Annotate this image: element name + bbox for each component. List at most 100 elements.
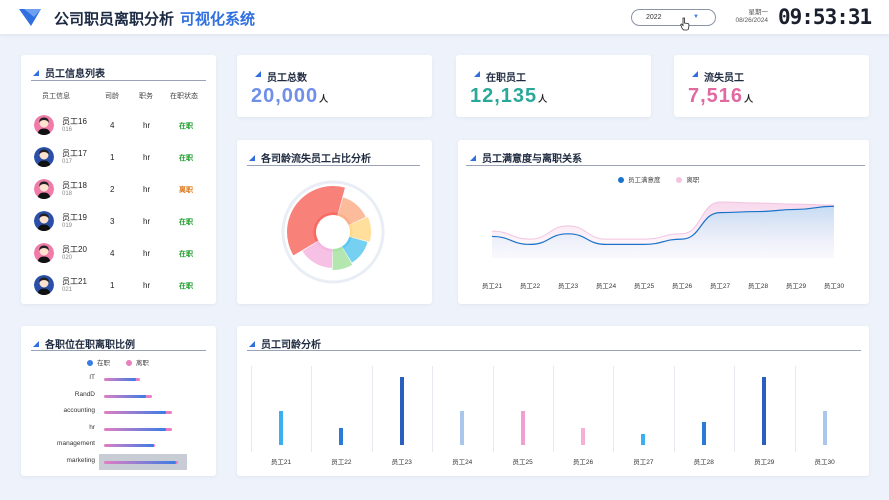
x-tick-label: 员工24 (452, 459, 473, 466)
hand-cursor-icon (680, 17, 690, 31)
x-tick-label: 员工30 (824, 282, 845, 290)
status-badge: 离职 (179, 187, 193, 194)
position-label: RandD (74, 390, 95, 398)
employee-name: 员工16 (62, 117, 87, 126)
x-tick-label: 员工25 (634, 282, 655, 290)
weekday-text: 星期一 (748, 9, 769, 16)
x-tick-label: 员工23 (558, 282, 579, 290)
employee-id: 016 (62, 127, 73, 133)
table-row[interactable]: 员工18 018 2 hr 离职 (34, 178, 209, 202)
position-legend: 在职 离职 (87, 357, 163, 367)
tenure-bar (701, 422, 706, 445)
table-row[interactable]: 员工21 021 1 hr 在职 (34, 274, 209, 298)
year-select[interactable]: 2022 ▼ (631, 9, 716, 26)
tenure-bar (399, 377, 404, 445)
kpi-label-lost: 流失员工 (692, 69, 744, 84)
employee-job: hr (143, 153, 151, 162)
col-header-tenure: 司龄 (105, 93, 119, 100)
avatar-icon (34, 211, 54, 231)
donut-hole (318, 217, 348, 247)
tenure-bar (279, 411, 283, 445)
series-area-satisfaction (492, 206, 834, 258)
satisfaction-area-chart: 员工21 员工22 员工23 员工24 员工25 员工26 员工27 员工28 员工29 员工30 (482, 201, 845, 290)
employee-id: 021 (62, 287, 73, 293)
clock-time: 09:53:31 (778, 5, 872, 29)
col-header-status: 在职状态 (170, 93, 198, 100)
x-tick-label: 员工28 (693, 459, 714, 466)
x-tick-label: 员工29 (786, 282, 807, 290)
x-tick-label: 员工22 (520, 282, 541, 290)
bar-in-service (104, 411, 167, 415)
position-label: management (57, 440, 95, 448)
employee-id: 018 (62, 191, 73, 197)
employee-job: hr (143, 249, 151, 258)
bar-in-service (104, 444, 154, 448)
position-ratio-title: 各职位在职离职比例 (33, 336, 135, 351)
x-tick-label: 员工21 (482, 282, 503, 290)
title-divider (31, 350, 206, 351)
employee-tenure: 3 (110, 217, 115, 226)
avatar-icon (34, 115, 54, 135)
x-tick-label: 员工26 (672, 282, 693, 290)
date-text: 08/26/2024 (735, 17, 768, 24)
satisfaction-panel: 员工满意度与离职关系 员工满意度 离职 员工21 员工22 员工23 员工24 员工25… (458, 140, 869, 304)
employee-id: 019 (62, 223, 73, 229)
employee-job: hr (143, 281, 151, 290)
employee-job: hr (143, 217, 151, 226)
x-tick-label: 员工24 (596, 282, 617, 290)
kpi-unit: 人 (538, 94, 548, 104)
employee-name: 员工21 (62, 277, 87, 286)
x-tick-label: 员工27 (710, 282, 731, 290)
employee-tenure: 1 (110, 153, 115, 162)
position-label: IT (89, 374, 95, 381)
app-title-main: 公司职员离职分析 (54, 11, 175, 28)
employee-id: 017 (62, 159, 73, 165)
kpi-value-total: 20,000人 (251, 85, 328, 108)
app-title: 公司职员离职分析 可视化系统 (54, 8, 255, 29)
legend-dot-left (125, 360, 132, 366)
app-title-accent: 可视化系统 (180, 11, 256, 28)
tenure-bar (581, 428, 585, 445)
kpi-number: 20,000 (251, 85, 319, 107)
table-row[interactable]: 员工16 016 4 hr 在职 (34, 114, 209, 138)
employee-job: hr (143, 121, 151, 130)
employee-tenure: 1 (110, 281, 115, 290)
status-badge: 在职 (179, 123, 193, 130)
employee-name: 员工17 (62, 149, 87, 158)
x-tick-label: 员工26 (572, 459, 594, 466)
kpi-number: 7,516 (688, 85, 744, 107)
legend-label-left: 离职 (135, 360, 149, 367)
table-row[interactable]: 员工20 020 4 hr 在职 (34, 242, 209, 266)
chevron-down-icon[interactable]: ▼ (693, 10, 699, 25)
employee-id: 020 (62, 255, 73, 261)
position-label: hr (89, 423, 95, 431)
employee-name: 员工20 (62, 245, 87, 254)
status-badge: 在职 (179, 251, 193, 258)
employee-list-title: 员工信息列表 (33, 65, 105, 80)
tenure-analysis-title: 员工司龄分析 (249, 336, 321, 351)
kpi-unit: 人 (319, 94, 329, 104)
table-row[interactable]: 员工17 017 1 hr 在职 (34, 146, 209, 170)
tenure-churn-title: 各司龄流失员工占比分析 (249, 150, 371, 165)
tenure-bar (520, 411, 525, 445)
bar-in-service (104, 427, 167, 431)
legend-label-in-service: 在职 (97, 360, 110, 367)
employee-name: 员工19 (62, 213, 87, 222)
date-block: 星期一 08/26/2024 (722, 9, 768, 25)
kpi-card-lost: 流失员工 7,516人 (674, 55, 869, 117)
tenure-bar (822, 411, 827, 445)
position-label: marketing (66, 457, 95, 464)
x-tick-label: 员工29 (754, 459, 775, 466)
title-divider (247, 350, 861, 351)
kpi-label-total: 员工总数 (255, 69, 307, 84)
tenure-bar (460, 411, 465, 445)
table-row[interactable]: 员工19 019 3 hr 在职 (34, 210, 209, 234)
kpi-number: 12,135 (470, 85, 538, 107)
logo-icon (19, 9, 41, 26)
tenure-bar (339, 428, 344, 445)
employee-job: hr (143, 185, 151, 194)
tenure-bar (762, 377, 767, 445)
x-tick-label: 员工27 (633, 459, 654, 466)
legend-dot-in-service (87, 360, 93, 366)
employee-tenure: 4 (110, 249, 115, 258)
